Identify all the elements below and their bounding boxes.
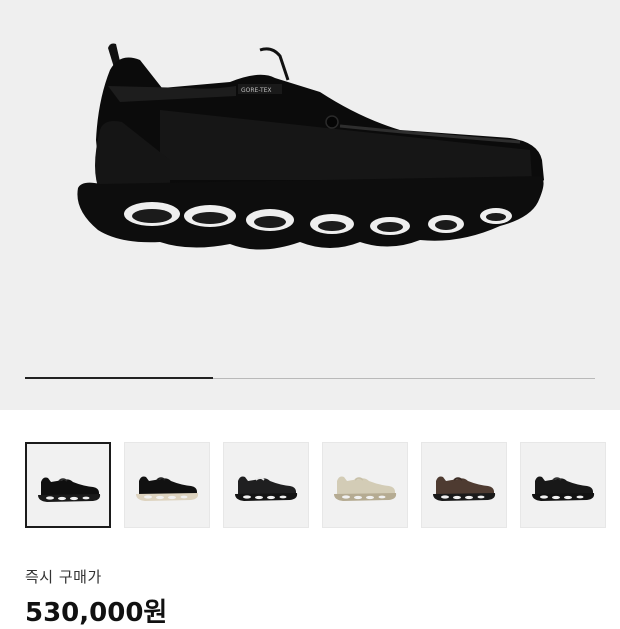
gallery-progress-fill — [25, 377, 214, 379]
shoe-thumbnail-image — [136, 476, 199, 501]
instant-buy-price-value: 530,000원 — [25, 598, 168, 628]
shoe-thumbnail-image — [235, 476, 298, 501]
shoe-thumbnail-image — [38, 477, 101, 502]
product-thumbnail-5[interactable] — [421, 442, 507, 528]
product-image-gallery[interactable]: GORE-TEX — [0, 0, 620, 410]
product-thumbnail-1[interactable] — [25, 442, 111, 528]
shoe-thumbnail-image — [532, 476, 595, 501]
gallery-progress-bar[interactable] — [25, 377, 595, 379]
shoe-thumbnail-image — [334, 476, 397, 501]
product-thumbnail-6[interactable] — [520, 442, 606, 528]
product-thumbnail-3[interactable] — [223, 442, 309, 528]
shoe-main-image: GORE-TEX — [77, 43, 544, 250]
shoe-thumbnail-image — [433, 476, 496, 501]
goretex-tag: GORE-TEX — [241, 87, 272, 94]
product-thumbnail-2[interactable] — [124, 442, 210, 528]
thumbnail-strip — [25, 442, 606, 528]
instant-buy-price-label: 즉시 구매가 — [25, 568, 102, 586]
product-thumbnail-4[interactable] — [322, 442, 408, 528]
